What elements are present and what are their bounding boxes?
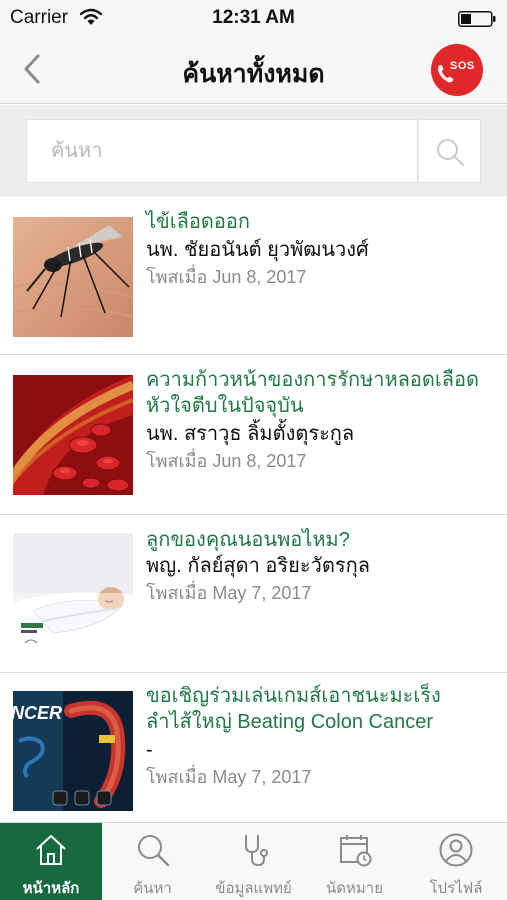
tab-search[interactable]: ค้นหา — [102, 823, 203, 900]
search-button[interactable] — [418, 119, 481, 183]
search-bar — [0, 105, 507, 197]
article-item[interactable]: ไข้เลือดออก นพ. ชัยอนันต์ ยุวพัฒนวงศ์ โพ… — [0, 197, 507, 355]
article-thumbnail-colon-cancer-game: NCER — [13, 691, 133, 811]
tab-doctor-info[interactable]: ข้อมูลแพทย์ — [203, 823, 304, 900]
article-author: พญ. กัลย์สุดา อริยะวัตรกุล — [146, 555, 370, 577]
tab-profile[interactable]: โปรไฟล์ — [405, 823, 507, 900]
status-bar: Carrier 12:31 AM — [0, 0, 507, 34]
article-item[interactable]: ลูกของคุณนอนพอไหม? พญ. กัลย์สุดา อริยะวั… — [0, 515, 507, 673]
clock: 12:31 AM — [212, 7, 295, 28]
article-date: โพสเมื่อ Jun 8, 2017 — [146, 451, 307, 471]
cancer-thumb-text: NCER — [13, 703, 62, 723]
search-icon — [437, 139, 464, 166]
sos-button[interactable]: SOS — [431, 44, 483, 96]
tab-label: ค้นหา — [133, 880, 172, 897]
search-input[interactable] — [26, 119, 418, 183]
article-thumbnail-sleeping-child — [13, 533, 133, 653]
tab-appointments[interactable]: นัดหมาย — [304, 823, 405, 900]
article-author: - — [146, 739, 153, 761]
search-icon — [137, 835, 169, 867]
profile-icon — [439, 833, 473, 867]
home-icon — [36, 835, 66, 865]
tab-label: ข้อมูลแพทย์ — [215, 880, 292, 897]
article-title: ลูกของคุณนอนพอไหม? — [146, 529, 350, 551]
nav-bar: ค้นหาทั้งหมด SOS — [0, 34, 507, 104]
sos-label: SOS — [450, 60, 475, 72]
article-thumbnail-blood-vessel — [13, 375, 133, 495]
tab-label: นัดหมาย — [326, 880, 383, 897]
article-date: โพสเมื่อ Jun 8, 2017 — [146, 267, 307, 287]
tab-label: โปรไฟล์ — [429, 880, 483, 897]
tab-bar: หน้าหลัก ค้นหา ข้อมูลแพทย์ นัดหมาย โปรไฟ… — [0, 822, 507, 900]
article-title: ความก้าวหน้าของการรักษาหลอดเลือด หัวใจตี… — [146, 369, 480, 417]
article-item[interactable]: NCER ขอเชิญร่วมเล่นเกมส์เอาชนะมะเร็ง ลำไ… — [0, 673, 507, 822]
article-list: ไข้เลือดออก นพ. ชัยอนันต์ ยุวพัฒนวงศ์ โพ… — [0, 197, 507, 822]
article-thumbnail-mosquito — [13, 217, 133, 337]
article-item[interactable]: ความก้าวหน้าของการรักษาหลอดเลือด หัวใจตี… — [0, 355, 507, 515]
article-title: ไข้เลือดออก — [146, 211, 250, 233]
article-title: ขอเชิญร่วมเล่นเกมส์เอาชนะมะเร็ง ลำไส้ใหญ… — [146, 685, 441, 733]
stethoscope-icon — [244, 835, 268, 867]
article-date: โพสเมื่อ May 7, 2017 — [146, 583, 312, 603]
battery-icon — [458, 11, 496, 27]
tab-label: หน้าหลัก — [22, 880, 80, 897]
calendar-icon — [339, 835, 371, 867]
tab-home[interactable]: หน้าหลัก — [0, 823, 102, 900]
article-author: นพ. ชัยอนันต์ ยุวพัฒนวงศ์ — [146, 239, 369, 261]
article-date: โพสเมื่อ May 7, 2017 — [146, 767, 312, 787]
article-author: นพ. สราวุธ ลิ้มตั้งตุระกูล — [146, 423, 355, 445]
